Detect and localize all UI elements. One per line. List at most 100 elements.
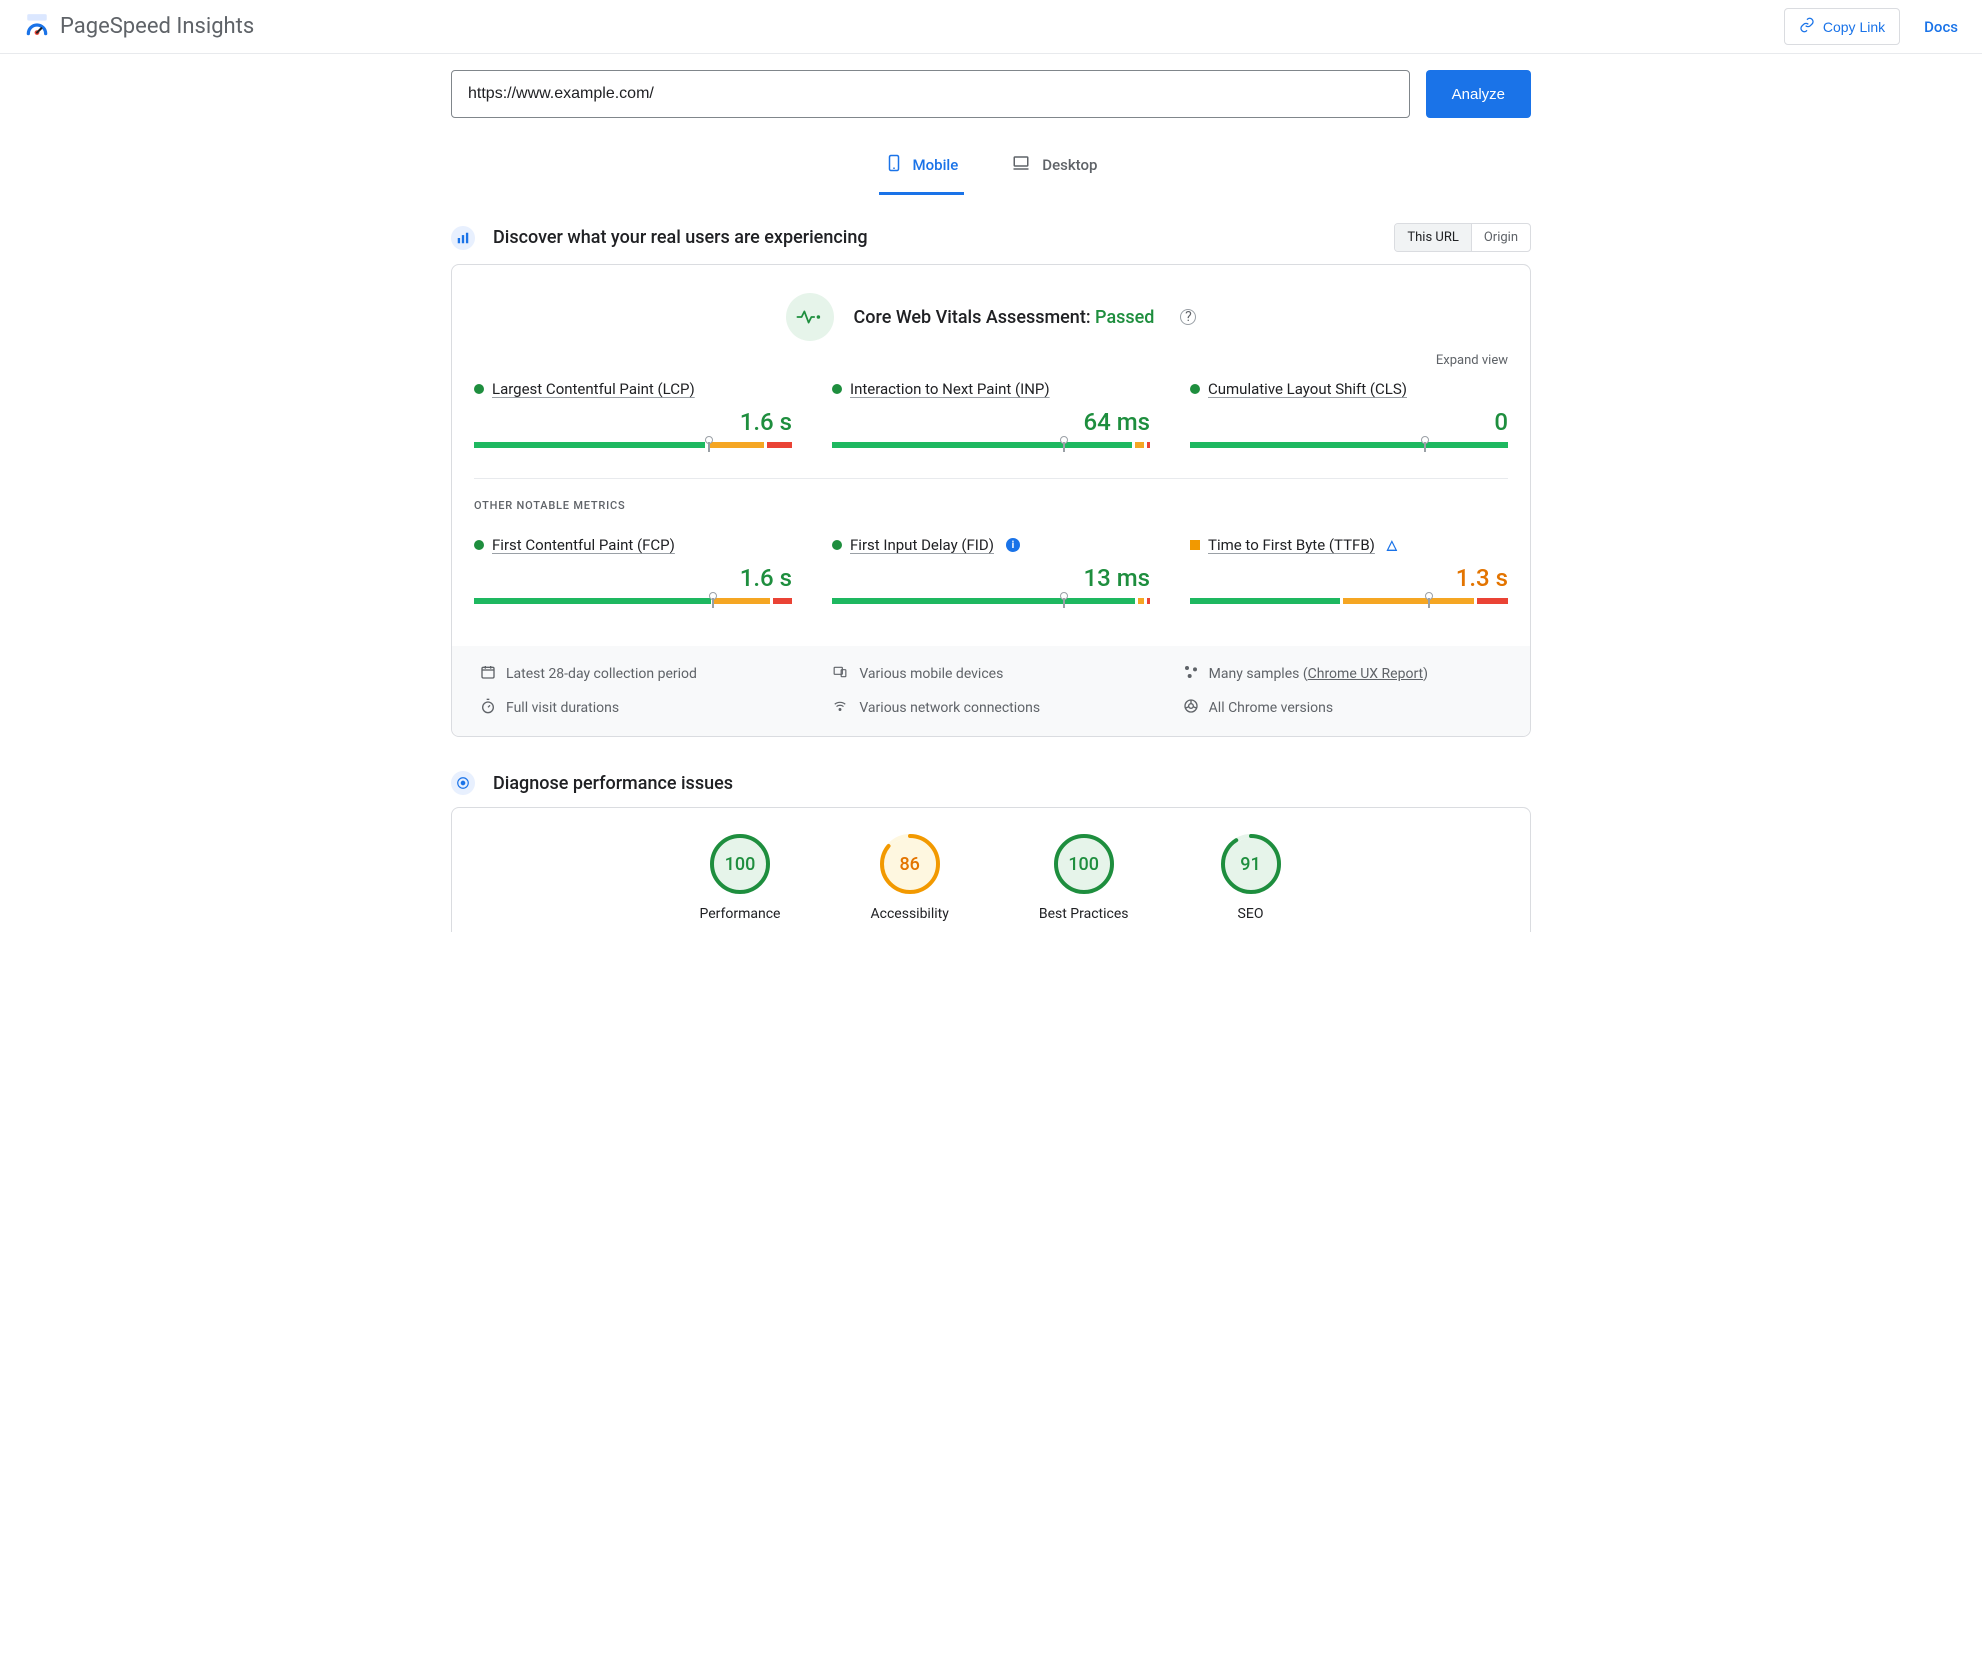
metric-name[interactable]: First Contentful Paint (FCP) — [492, 536, 675, 554]
mobile-icon — [885, 152, 903, 178]
copy-link-button[interactable]: Copy Link — [1784, 8, 1900, 45]
discover-header: Discover what your real users are experi… — [451, 223, 1531, 252]
scope-origin[interactable]: Origin — [1471, 224, 1530, 251]
note-devices: Various mobile devices — [831, 664, 1150, 684]
app-title: PageSpeed Insights — [60, 14, 254, 39]
wifi-icon — [831, 699, 849, 717]
primary-metrics-grid: Largest Contentful Paint (LCP) 1.6 s Int… — [474, 380, 1508, 468]
copy-link-label: Copy Link — [1823, 19, 1885, 35]
devices-icon — [831, 665, 849, 683]
metric-name[interactable]: Time to First Byte (TTFB) — [1208, 536, 1375, 554]
diagnose-title: Diagnose performance issues — [493, 773, 733, 794]
tab-desktop[interactable]: Desktop — [1004, 142, 1103, 195]
tab-mobile[interactable]: Mobile — [879, 142, 965, 195]
metric-name[interactable]: Largest Contentful Paint (LCP) — [492, 380, 695, 398]
cwv-label: Core Web Vitals Assessment: — [854, 307, 1096, 328]
gauge-score: 100 — [1052, 832, 1116, 896]
gauge-ring: 86 — [878, 832, 942, 896]
topbar-actions: Copy Link Docs — [1784, 8, 1958, 45]
note-samples: Many samples (Chrome UX Report) — [1183, 664, 1502, 684]
percentile-marker-icon — [1425, 592, 1433, 608]
link-icon — [1799, 17, 1815, 36]
status-dot-icon — [1190, 384, 1200, 394]
gauge-ring: 100 — [708, 832, 772, 896]
tab-mobile-label: Mobile — [913, 156, 959, 174]
metric-name[interactable]: Interaction to Next Paint (INP) — [850, 380, 1050, 398]
score-gauges: 100 Performance 86 Accessibility 100 Bes… — [474, 832, 1508, 922]
metric-distribution-bar — [832, 598, 1150, 604]
gauge-label: Accessibility — [871, 906, 949, 922]
gauge-accessibility[interactable]: 86 Accessibility — [871, 832, 949, 922]
metric-header: First Input Delay (FID) i — [832, 536, 1150, 554]
help-icon[interactable]: ? — [1180, 309, 1196, 325]
gauge-performance[interactable]: 100 Performance — [700, 832, 781, 922]
main-content: Analyze Mobile Desktop — [451, 54, 1531, 972]
diagnose-header: Diagnose performance issues — [451, 771, 1531, 795]
metric-distribution-bar — [474, 442, 792, 448]
analyze-button[interactable]: Analyze — [1426, 70, 1531, 118]
topbar: PageSpeed Insights Copy Link Docs — [0, 0, 1982, 54]
lab-icon[interactable]: △ — [1387, 538, 1397, 553]
gauge-seo[interactable]: 91 SEO — [1219, 832, 1283, 922]
percentile-marker-icon — [705, 436, 713, 452]
expand-view-link[interactable]: Expand view — [474, 345, 1508, 380]
discover-icon — [451, 226, 475, 250]
metric-distribution-bar — [1190, 598, 1508, 604]
device-tabs: Mobile Desktop — [451, 142, 1531, 195]
metric-value: 1.6 s — [474, 408, 792, 436]
samples-icon — [1183, 664, 1199, 684]
metric-value: 13 ms — [832, 564, 1150, 592]
gauge-score: 100 — [708, 832, 772, 896]
cwv-assessment-icon — [786, 293, 834, 341]
diagnose-icon — [451, 771, 475, 795]
metric-value: 64 ms — [832, 408, 1150, 436]
metric-name[interactable]: First Input Delay (FID) — [850, 536, 994, 554]
calendar-icon — [480, 664, 496, 684]
desktop-icon — [1010, 154, 1032, 176]
percentile-marker-icon — [1060, 592, 1068, 608]
metric-distribution-bar — [832, 442, 1150, 448]
chrome-icon — [1183, 698, 1199, 718]
url-input[interactable] — [451, 70, 1410, 118]
status-dot-icon — [474, 384, 484, 394]
gauge-label: Performance — [700, 906, 781, 922]
status-square-icon — [1190, 540, 1200, 550]
scope-this-url[interactable]: This URL — [1395, 224, 1470, 251]
discover-title: Discover what your real users are experi… — [493, 227, 868, 248]
docs-link[interactable]: Docs — [1924, 18, 1958, 36]
metric-value: 1.6 s — [474, 564, 792, 592]
metric-name[interactable]: Cumulative Layout Shift (CLS) — [1208, 380, 1407, 398]
metric: Largest Contentful Paint (LCP) 1.6 s — [474, 380, 792, 448]
metric: First Contentful Paint (FCP) 1.6 s — [474, 536, 792, 604]
metric: Cumulative Layout Shift (CLS) 0 — [1190, 380, 1508, 448]
gauge-ring: 100 — [1052, 832, 1116, 896]
gauge-score: 91 — [1219, 832, 1283, 896]
metric: First Input Delay (FID) i 13 ms — [832, 536, 1150, 604]
status-dot-icon — [832, 384, 842, 394]
gauge-label: SEO — [1238, 906, 1264, 922]
info-icon[interactable]: i — [1006, 538, 1020, 552]
percentile-marker-icon — [1060, 436, 1068, 452]
gauge-label: Best Practices — [1039, 906, 1129, 922]
metric: Interaction to Next Paint (INP) 64 ms — [832, 380, 1150, 448]
status-dot-icon — [832, 540, 842, 550]
metric-header: Interaction to Next Paint (INP) — [832, 380, 1150, 398]
metric-header: Cumulative Layout Shift (CLS) — [1190, 380, 1508, 398]
metric-header: First Contentful Paint (FCP) — [474, 536, 792, 554]
note-durations: Full visit durations — [480, 698, 799, 718]
crux-link[interactable]: Chrome UX Report — [1308, 666, 1423, 682]
data-notes: Latest 28-day collection period Various … — [452, 646, 1530, 736]
metric-distribution-bar — [474, 598, 792, 604]
status-dot-icon — [474, 540, 484, 550]
gauge-best practices[interactable]: 100 Best Practices — [1039, 832, 1129, 922]
metric-distribution-bar — [1190, 442, 1508, 448]
cwv-status: Passed — [1095, 307, 1154, 328]
percentile-marker-icon — [1421, 436, 1429, 452]
other-metrics-grid: First Contentful Paint (FCP) 1.6 s First… — [474, 536, 1508, 624]
note-period: Latest 28-day collection period — [480, 664, 799, 684]
note-versions: All Chrome versions — [1183, 698, 1502, 718]
app-logo-icon — [24, 12, 50, 42]
tab-desktop-label: Desktop — [1042, 156, 1097, 174]
divider — [474, 478, 1508, 479]
brand: PageSpeed Insights — [24, 12, 254, 42]
